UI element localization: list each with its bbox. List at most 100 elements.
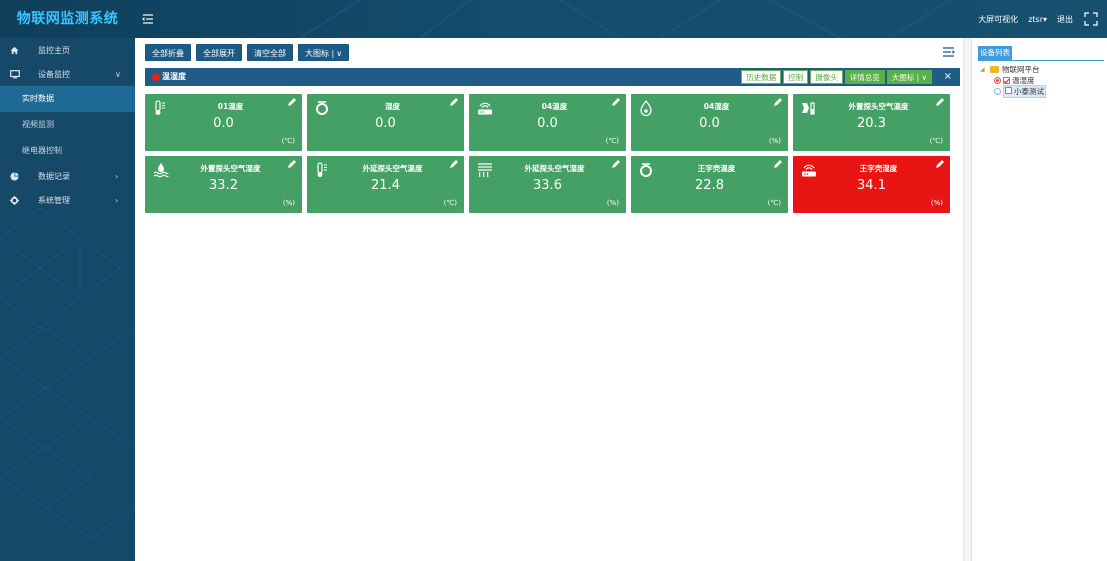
sensor-name: 外延探头空气温度	[362, 164, 423, 173]
sensor-name: 湿度	[385, 102, 400, 111]
sidebar-item-device-monitor[interactable]: 设备监控 ∨	[0, 62, 135, 86]
username: ztsr	[1028, 14, 1043, 24]
sensor-card[interactable]: 湿度 0.0	[307, 94, 464, 151]
sidebar-item-system-management[interactable]: 系统管理 ›	[0, 188, 135, 212]
sensor-value: 21.4	[371, 178, 400, 193]
panel-title: 温湿度	[162, 72, 186, 81]
status-dot	[152, 73, 160, 81]
pencil-icon[interactable]	[287, 97, 297, 107]
sensor-value: 34.1	[857, 178, 886, 193]
history-data-button[interactable]: 历史数据	[741, 70, 782, 84]
sensor-name: 01温度	[217, 102, 244, 111]
sensor-card[interactable]: 04湿度 0.0 (%)	[631, 94, 788, 151]
sensor-name: 外置探头空气湿度	[200, 164, 261, 173]
tree-root-label: 物联网平台	[1002, 65, 1040, 74]
monitor-icon	[0, 69, 22, 79]
tree-node-selected: 小泰测试	[1003, 85, 1046, 98]
sensor-value: 0.0	[213, 116, 234, 131]
sidebar-item-label: 监控主页	[38, 45, 70, 55]
logout-link[interactable]: 退出	[1057, 14, 1073, 25]
sensor-card[interactable]: 外置探头空气温度 20.3 (℃)	[793, 94, 950, 151]
sidebar-item-label: 数据记录	[38, 171, 70, 181]
water-drop-icon	[639, 99, 653, 117]
tab-underline	[978, 60, 1104, 61]
close-icon[interactable]: ×	[944, 68, 952, 86]
router-icon	[801, 162, 816, 177]
tree-node-xiaotai-test[interactable]: 小泰测试	[980, 85, 1046, 98]
chevron-right-icon: ›	[115, 195, 119, 205]
sensor-unit: (℃)	[281, 137, 295, 145]
pencil-icon[interactable]	[935, 159, 945, 169]
pie-chart-icon	[0, 171, 22, 181]
pencil-icon[interactable]	[611, 97, 621, 107]
water-wave-icon	[153, 162, 169, 178]
expand-all-button[interactable]: 全部展开	[196, 44, 242, 61]
big-icon-dropdown[interactable]: 大图标 | ∨	[298, 44, 350, 61]
sensor-unit: (%)	[768, 137, 781, 145]
pencil-icon[interactable]	[449, 159, 459, 169]
sensor-name: 04湿度	[703, 102, 730, 111]
mist-icon	[477, 162, 492, 178]
expand-arrow-icon[interactable]: ◢	[980, 64, 990, 75]
top-bar-right: 大屏可视化 ztsr▾ 退出	[978, 0, 1107, 38]
main-content: 全部折叠 全部展开 清空全部 大图标 | ∨ 温湿度 历史数据 控制 摄像头 详情…	[135, 38, 971, 561]
panel-header: 温湿度 历史数据 控制 摄像头 详情总览 大图标 | ∨ ×	[145, 68, 960, 86]
sensor-name: 王字壳温度	[697, 164, 736, 173]
sensor-value: 33.6	[533, 178, 562, 193]
control-button[interactable]: 控制	[783, 70, 809, 84]
app-title: 物联网监测系统	[16, 11, 119, 27]
checkbox[interactable]	[1003, 77, 1010, 84]
sidebar-subitem-realtime-data[interactable]: 实时数据	[0, 86, 135, 112]
sensor-value: 0.0	[375, 116, 396, 131]
sensor-card[interactable]: 外延探头空气温度 21.4 (℃)	[307, 156, 464, 213]
sensor-unit: (℃)	[443, 199, 457, 207]
sensor-card[interactable]: 外置探头空气湿度 33.2 (%)	[145, 156, 302, 213]
collapse-all-button[interactable]: 全部折叠	[145, 44, 191, 61]
ring-icon	[639, 162, 653, 177]
pencil-icon[interactable]	[287, 159, 297, 169]
tree-root[interactable]: ◢ 物联网平台	[980, 64, 1046, 75]
sensor-card[interactable]: 01温度 0.0 (℃)	[145, 94, 302, 151]
pencil-icon[interactable]	[449, 97, 459, 107]
device-list-panel: 设备列表 ◢ 物联网平台 温湿度 小泰测试	[971, 38, 1107, 561]
radio-button[interactable]	[994, 88, 1001, 95]
checkbox[interactable]	[1005, 87, 1012, 94]
background-decoration	[300, 0, 951, 38]
sidebar-item-home[interactable]: 监控主页	[0, 38, 135, 62]
sensor-value: 0.0	[699, 116, 720, 131]
sensor-icon	[801, 100, 815, 115]
sensor-card-alarm[interactable]: 王字壳湿度 34.1 (%)	[793, 156, 950, 213]
big-screen-link[interactable]: 大屏可视化	[978, 14, 1018, 25]
sidebar-item-data-records[interactable]: 数据记录 ›	[0, 164, 135, 188]
user-menu[interactable]: ztsr▾	[1028, 15, 1047, 24]
panel-big-icon-dropdown[interactable]: 大图标 | ∨	[886, 70, 932, 84]
chevron-down-icon: ∨	[115, 69, 121, 79]
sensor-name: 王字壳湿度	[859, 164, 898, 173]
sensor-card[interactable]: 王字壳温度 22.8 (℃)	[631, 156, 788, 213]
pencil-icon[interactable]	[773, 159, 783, 169]
sidebar-subitem-video-monitor[interactable]: 视频监测	[0, 112, 135, 138]
home-icon	[0, 46, 22, 55]
sensor-unit: (℃)	[767, 199, 781, 207]
pencil-icon[interactable]	[773, 97, 783, 107]
panel-divider[interactable]	[963, 38, 971, 561]
pencil-icon[interactable]	[935, 97, 945, 107]
device-tree: ◢ 物联网平台 温湿度 小泰测试	[980, 64, 1046, 98]
details-overview-button[interactable]: 详情总览	[844, 70, 885, 84]
radio-button[interactable]	[994, 77, 1001, 84]
device-list-tab[interactable]: 设备列表	[978, 46, 1012, 60]
collapse-panel-icon[interactable]	[942, 45, 956, 59]
sensor-card[interactable]: 外延探头空气湿度 33.6 (%)	[469, 156, 626, 213]
fullscreen-icon[interactable]	[1083, 11, 1099, 27]
sidebar-item-label: 系统管理	[38, 195, 70, 205]
sensor-unit: (%)	[282, 199, 295, 207]
gear-icon	[0, 195, 22, 205]
sensor-value: 22.8	[695, 178, 724, 193]
pencil-icon[interactable]	[611, 159, 621, 169]
camera-button[interactable]: 摄像头	[810, 70, 843, 84]
sidebar-subitem-relay-control[interactable]: 继电器控制	[0, 138, 135, 164]
sensor-card[interactable]: 04温度 0.0 (℃)	[469, 94, 626, 151]
sidebar: 监控主页 设备监控 ∨ 实时数据 视频监测 继电器控制 数据记录 › 系统管理 …	[0, 38, 135, 561]
menu-toggle-icon[interactable]	[141, 12, 155, 26]
clear-all-button[interactable]: 清空全部	[247, 44, 293, 61]
